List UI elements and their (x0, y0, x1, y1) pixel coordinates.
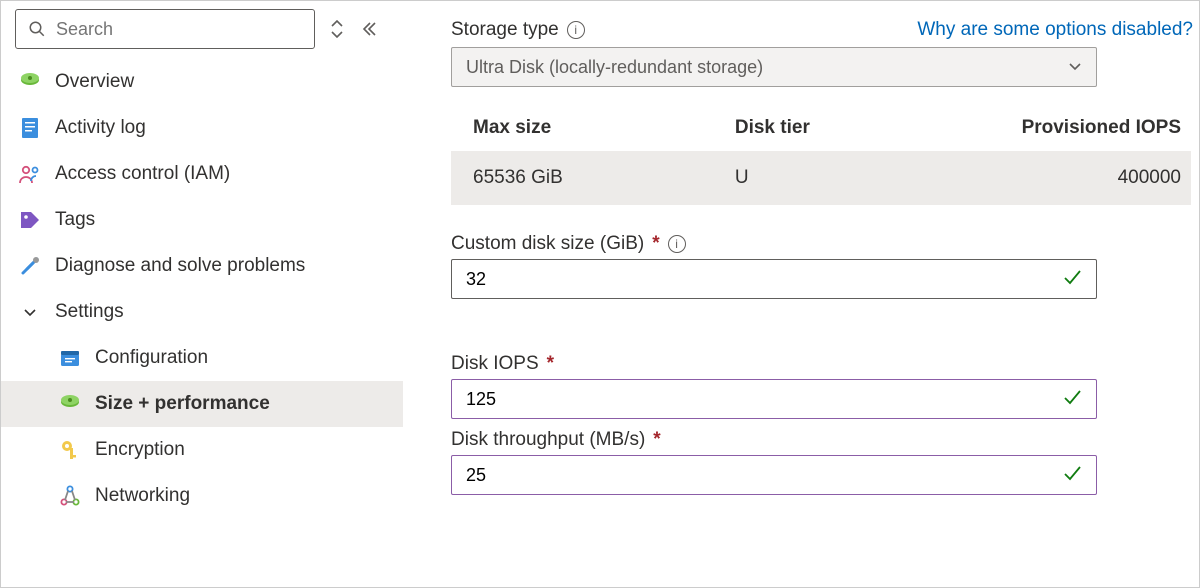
disk-throughput-label: Disk throughput (MB/s) (451, 429, 645, 451)
tool-icon (19, 255, 41, 277)
collapse-icon[interactable] (359, 19, 379, 39)
cell-disk-tier: U (735, 167, 1007, 189)
required-mark: * (547, 353, 554, 375)
chevron-down-icon (19, 301, 41, 323)
cell-provisioned-iops: 400000 (1006, 167, 1191, 189)
sidebar-item-label: Diagnose and solve problems (55, 255, 305, 277)
tag-icon (19, 209, 41, 231)
col-provisioned-iops: Provisioned IOPS (1006, 117, 1191, 139)
sidebar-section-label: Settings (55, 301, 124, 323)
log-icon (19, 117, 41, 139)
sidebar-item-label: Access control (IAM) (55, 163, 230, 185)
sidebar-item-overview[interactable]: Overview (1, 59, 403, 105)
search-icon (26, 18, 48, 40)
search-input-wrap[interactable] (15, 9, 315, 49)
col-disk-tier: Disk tier (735, 117, 1007, 139)
config-icon (59, 347, 81, 369)
sort-icon[interactable] (327, 19, 347, 39)
sidebar-subitem-label: Encryption (95, 439, 185, 461)
main-panel: Storage type i Why are some options disa… (403, 1, 1199, 587)
search-input[interactable] (56, 19, 304, 40)
chevron-down-icon (1068, 57, 1082, 78)
storage-type-label: Storage type (451, 19, 559, 41)
sidebar-subitem-size-performance[interactable]: Size + performance (1, 381, 403, 427)
tier-table: Max size Disk tier Provisioned IOPS 6553… (451, 105, 1191, 205)
col-max-size: Max size (473, 117, 735, 139)
custom-disk-size-input-wrap[interactable] (451, 259, 1097, 299)
sidebar-item-access-control[interactable]: Access control (IAM) (1, 151, 403, 197)
check-icon (1062, 267, 1082, 292)
disk-iops-input[interactable] (466, 389, 1020, 410)
disk-iops-label: Disk IOPS (451, 353, 539, 375)
disk-icon (19, 71, 41, 93)
disk-icon (59, 393, 81, 415)
sidebar-subitem-label: Networking (95, 485, 190, 507)
storage-type-value: Ultra Disk (locally-redundant storage) (466, 57, 763, 78)
network-icon (59, 485, 81, 507)
cell-max-size: 65536 GiB (473, 167, 735, 189)
storage-type-select[interactable]: Ultra Disk (locally-redundant storage) (451, 47, 1097, 87)
custom-disk-size-label: Custom disk size (GiB) (451, 233, 644, 255)
sidebar-item-tags[interactable]: Tags (1, 197, 403, 243)
disabled-options-link[interactable]: Why are some options disabled? (917, 19, 1193, 41)
custom-disk-size-input[interactable] (466, 269, 1020, 290)
sidebar-subitem-label: Size + performance (95, 393, 270, 415)
sidebar-item-label: Overview (55, 71, 134, 93)
sidebar-item-label: Activity log (55, 117, 146, 139)
disk-iops-input-wrap[interactable] (451, 379, 1097, 419)
info-icon[interactable]: i (668, 235, 686, 253)
sidebar-subitem-label: Configuration (95, 347, 208, 369)
iam-icon (19, 163, 41, 185)
info-icon[interactable]: i (567, 21, 585, 39)
sidebar-item-label: Tags (55, 209, 95, 231)
sidebar-section-settings[interactable]: Settings (1, 289, 403, 335)
sidebar-subitem-encryption[interactable]: Encryption (1, 427, 403, 473)
sidebar-subitem-configuration[interactable]: Configuration (1, 335, 403, 381)
sidebar-item-activity-log[interactable]: Activity log (1, 105, 403, 151)
required-mark: * (653, 429, 660, 451)
sidebar-item-diagnose[interactable]: Diagnose and solve problems (1, 243, 403, 289)
disk-throughput-input-wrap[interactable] (451, 455, 1097, 495)
sidebar-subitem-networking[interactable]: Networking (1, 473, 403, 519)
key-icon (59, 439, 81, 461)
check-icon (1062, 463, 1082, 488)
required-mark: * (652, 233, 659, 255)
disk-throughput-input[interactable] (466, 465, 1020, 486)
sidebar: Overview Activity log Access control (IA… (1, 1, 403, 587)
check-icon (1062, 387, 1082, 412)
table-row[interactable]: 65536 GiB U 400000 (451, 151, 1191, 205)
table-header-row: Max size Disk tier Provisioned IOPS (451, 105, 1191, 151)
